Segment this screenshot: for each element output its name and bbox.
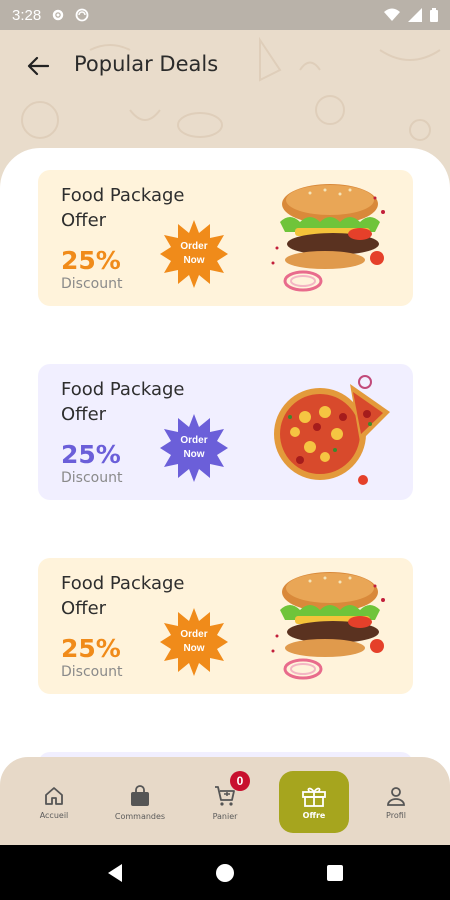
page-title: Popular Deals	[74, 52, 219, 76]
pizza-image	[274, 375, 390, 485]
deal-discount-label: Discount	[61, 664, 123, 680]
status-bar: 3:28	[0, 0, 450, 30]
order-now-line2: Now	[183, 255, 205, 266]
system-home-icon[interactable]	[215, 863, 235, 883]
profile-icon	[387, 786, 405, 806]
system-nav-bar	[0, 845, 450, 900]
nav-label: Accueil	[39, 810, 69, 820]
settings-icon	[52, 9, 64, 21]
header: Popular Deals	[0, 30, 450, 150]
battery-icon	[430, 8, 438, 22]
home-icon	[45, 786, 63, 805]
nav-item-commandes[interactable]: Commandes	[105, 771, 175, 833]
deal-discount-label: Discount	[61, 470, 123, 486]
order-now-line1: Order	[180, 435, 208, 446]
cart-count-badge: 0	[230, 771, 250, 791]
wifi-icon	[384, 8, 400, 21]
status-time: 3:28	[12, 6, 42, 24]
arrow-left-icon	[27, 56, 49, 76]
back-button[interactable]	[24, 52, 52, 80]
deal-percent: 25%	[61, 634, 121, 663]
nav-item-accueil[interactable]: Accueil	[19, 771, 89, 833]
gift-icon	[302, 787, 326, 807]
deal-percent: 25%	[61, 440, 121, 469]
nav-label: Commandes	[114, 811, 166, 821]
order-now-line2: Now	[183, 449, 205, 460]
deal-percent: 25%	[61, 246, 121, 275]
deal-discount-label: Discount	[61, 276, 123, 292]
deal-card[interactable]: Food Package Offer 25% Discount Order No…	[38, 364, 413, 500]
nav-label: Panier	[212, 811, 238, 821]
deal-card[interactable]: Food Package Offer 25% Discount Order No…	[38, 558, 413, 694]
order-now-button[interactable]: Order Now	[160, 414, 228, 482]
order-now-line1: Order	[180, 629, 208, 640]
deals-list[interactable]: Food Package Offer 25% Discount Order No…	[0, 148, 450, 788]
signal-icon	[408, 8, 422, 22]
nav-label: Offre	[302, 810, 326, 820]
nav-label: Profil	[386, 810, 406, 820]
burger-image	[271, 572, 385, 680]
food-doodle-pattern	[21, 36, 441, 141]
deal-card[interactable]: Food Package Offer 25% Discount Order No…	[38, 170, 413, 306]
nav-item-panier[interactable]: Panier 0	[190, 771, 260, 833]
burger-image	[271, 184, 385, 292]
nav-item-profil[interactable]: Profil	[361, 771, 431, 833]
order-now-line2: Now	[183, 643, 205, 654]
bottom-nav: Accueil Commandes Panier 0 Offre Profil	[0, 757, 450, 845]
order-now-line1: Order	[180, 241, 208, 252]
sync-icon	[75, 8, 89, 22]
system-recents-icon[interactable]	[326, 864, 344, 882]
system-back-icon[interactable]	[106, 863, 124, 883]
shopping-bag-icon	[131, 784, 149, 806]
order-now-button[interactable]: Order Now	[160, 608, 228, 676]
order-now-button[interactable]: Order Now	[160, 220, 228, 288]
nav-item-offre[interactable]: Offre	[279, 771, 349, 833]
